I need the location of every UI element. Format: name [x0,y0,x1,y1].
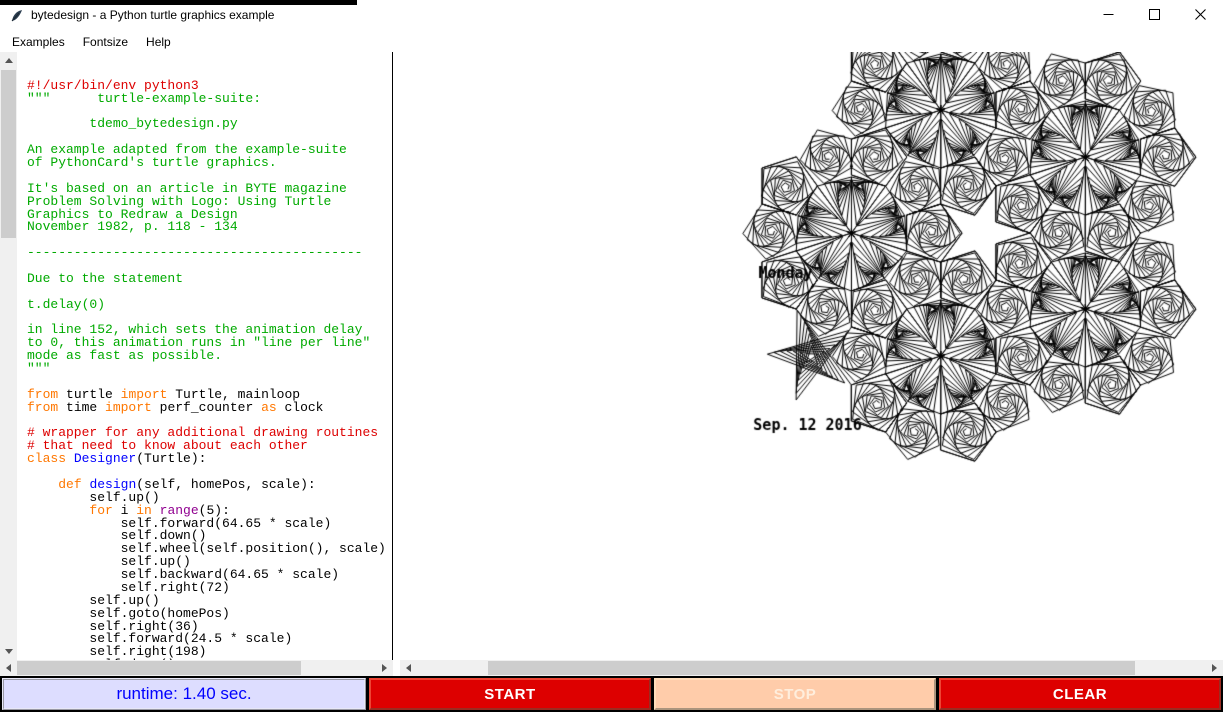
start-button[interactable]: START [369,678,651,710]
code-line: ----------------------------------------… [27,247,385,260]
close-icon [1195,7,1206,25]
window-controls [1085,0,1223,31]
canvas-scroll-left-arrow[interactable] [400,660,417,676]
code-lines: #!/usr/bin/env python3""" turtle-example… [27,80,385,660]
runtime-label: runtime: 1.40 sec. [2,678,366,710]
canvas-scroll-right-arrow[interactable] [1206,660,1223,676]
code-line: """ turtle-example-suite: [27,93,385,106]
window-title: bytedesign - a Python turtle graphics ex… [31,8,274,22]
minimize-button[interactable] [1085,0,1131,31]
minimize-icon [1103,7,1114,25]
code-line: of PythonCard's turtle graphics. [27,157,385,170]
code-line: """ [27,363,385,376]
code-line: tdemo_bytedesign.py [27,118,385,131]
canvas-horizontal-scrollbar[interactable] [400,660,1223,676]
scroll-down-arrow[interactable] [0,643,17,660]
main-area: #!/usr/bin/env python3""" turtle-example… [0,52,1223,660]
code-editor[interactable]: #!/usr/bin/env python3""" turtle-example… [17,52,393,660]
turtle-canvas-pane [400,52,1223,660]
editor-vscroll-thumb[interactable] [1,70,16,238]
code-line: from time import perf_counter as clock [27,402,385,415]
clear-button[interactable]: CLEAR [939,678,1221,710]
menu-item-fontsize[interactable]: Fontsize [74,33,137,51]
statusbar: runtime: 1.40 sec. START STOP CLEAR [0,676,1223,712]
canvas-hscroll-thumb[interactable] [488,661,1135,675]
code-line: t.delay(0) [27,299,385,312]
maximize-button[interactable] [1131,0,1177,31]
window-top-border [0,0,357,5]
app-icon [9,8,25,24]
code-line: class Designer(Turtle): [27,453,385,466]
maximize-icon [1149,7,1160,25]
stop-button[interactable]: STOP [654,678,936,710]
code-line: mode as fast as possible. [27,350,385,363]
code-line: November 1982, p. 118 - 134 [27,221,385,234]
menubar: Examples Fontsize Help [0,31,1223,52]
scroll-up-arrow[interactable] [0,52,17,69]
app-window: bytedesign - a Python turtle graphics ex… [0,0,1223,712]
editor-horizontal-scrollbar[interactable] [0,660,393,676]
code-line: Due to the statement [27,273,385,286]
close-button[interactable] [1177,0,1223,31]
editor-vertical-scrollbar[interactable] [0,52,17,660]
menu-item-examples[interactable]: Examples [3,33,74,51]
editor-scroll-right-arrow[interactable] [376,660,393,676]
menu-item-help[interactable]: Help [137,33,180,51]
turtle-canvas [400,52,1223,660]
editor-hscroll-thumb[interactable] [17,661,301,675]
editor-scroll-left-arrow[interactable] [0,660,17,676]
scrollbar-row [0,660,1223,676]
